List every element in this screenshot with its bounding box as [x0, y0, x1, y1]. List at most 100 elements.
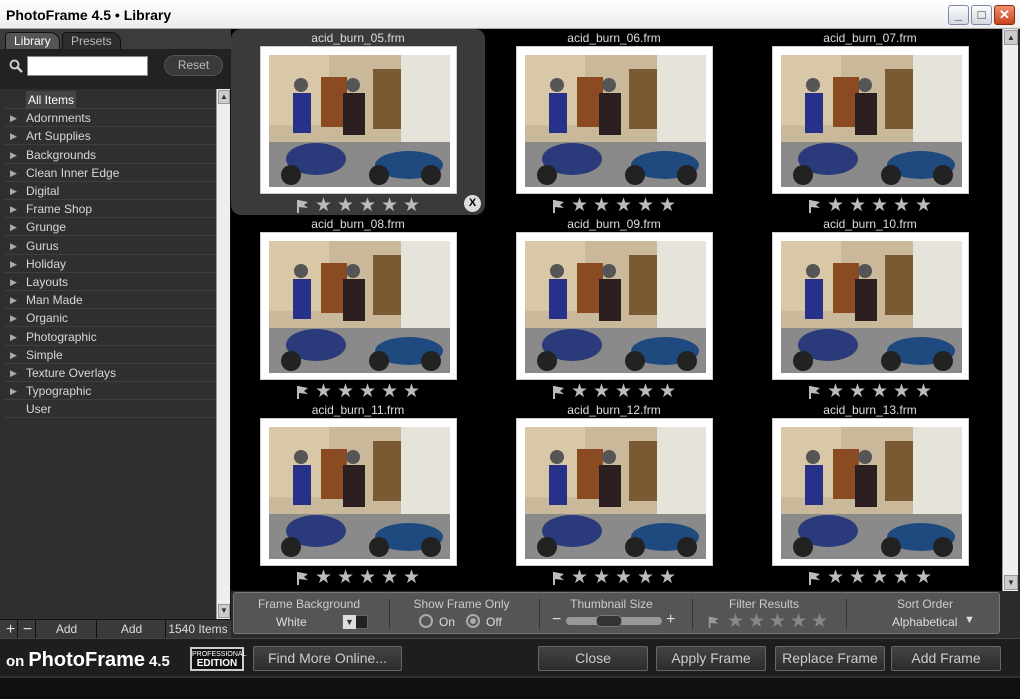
category-item[interactable]: ▶ Simple — [4, 346, 216, 364]
category-item[interactable]: ▶ Frame Shop — [4, 200, 216, 219]
scroll-down-icon[interactable]: ▼ — [218, 604, 230, 618]
scroll-up-icon[interactable]: ▲ — [218, 90, 230, 104]
thumbnail-image[interactable] — [260, 232, 457, 380]
star-icon[interactable]: ★ — [359, 568, 377, 587]
star-icon[interactable]: ★ — [593, 196, 611, 215]
expand-arrow-icon[interactable]: ▶ — [10, 218, 17, 236]
thumbnail-image[interactable] — [260, 418, 457, 566]
star-icon[interactable]: ★ — [359, 196, 377, 215]
flag-icon[interactable] — [807, 570, 823, 586]
star-icon[interactable]: ★ — [915, 382, 933, 401]
star-icon[interactable]: ★ — [827, 568, 845, 587]
thumbnail-item[interactable]: acid_burn_13.frm ★ ★ ★ ★ ★ — [743, 401, 997, 587]
category-item[interactable]: ▶ Gurus — [4, 237, 216, 255]
star-icon[interactable]: ★ — [315, 382, 333, 401]
star-icon[interactable]: ★ — [315, 568, 333, 587]
category-scrollbar[interactable]: ▲ ▼ — [216, 89, 230, 619]
thumbnail-item[interactable]: acid_burn_06.frm ★ ★ ★ ★ ★ — [487, 29, 741, 215]
star-icon[interactable]: ★ — [571, 196, 589, 215]
expand-arrow-icon[interactable]: ▶ — [10, 127, 17, 145]
category-item[interactable]: ▶ Texture Overlays — [4, 364, 216, 382]
scroll-down-icon[interactable]: ▼ — [1004, 575, 1018, 590]
zoom-out-icon[interactable]: − — [552, 611, 561, 629]
maximize-button[interactable]: □ — [971, 5, 992, 25]
apply-frame-button[interactable]: Apply Frame — [656, 646, 766, 671]
star-icon[interactable]: ★ — [827, 382, 845, 401]
star-icon[interactable]: ★ — [403, 196, 421, 215]
frame-background-dropdown[interactable]: ▼ — [342, 615, 368, 629]
tab-presets[interactable]: Presets — [62, 32, 121, 49]
thumbnail-item[interactable]: acid_burn_12.frm ★ ★ ★ ★ ★ — [487, 401, 741, 587]
star-icon[interactable]: ★ — [315, 196, 333, 215]
expand-arrow-icon[interactable]: ▶ — [10, 364, 17, 382]
show-frame-on-radio[interactable] — [419, 614, 433, 628]
star-icon[interactable]: ★ — [337, 382, 355, 401]
flag-icon[interactable] — [295, 198, 311, 214]
flag-icon[interactable] — [707, 615, 721, 629]
star-icon[interactable]: ★ — [381, 568, 399, 587]
thumbnail-image[interactable] — [516, 46, 713, 194]
search-input[interactable] — [27, 56, 148, 76]
star-icon[interactable]: ★ — [637, 382, 655, 401]
thumbnail-item[interactable]: acid_burn_11.frm ★ ★ ★ ★ ★ — [231, 401, 485, 587]
reset-button[interactable]: Reset — [164, 55, 223, 76]
add-instant-button[interactable]: Add Instant — [37, 620, 97, 655]
star-icon[interactable]: ★ — [871, 568, 889, 587]
star-icon[interactable]: ★ — [359, 382, 377, 401]
flag-icon[interactable] — [551, 570, 567, 586]
category-item[interactable]: ▶ Art Supplies — [4, 127, 216, 146]
expand-arrow-icon[interactable]: ▶ — [10, 273, 17, 291]
category-item[interactable]: ▶ Photographic — [4, 328, 216, 346]
star-icon[interactable]: ★ — [637, 196, 655, 215]
thumbnail-item[interactable]: acid_burn_09.frm ★ ★ ★ ★ ★ — [487, 215, 741, 401]
star-icon[interactable]: ★ — [381, 196, 399, 215]
thumbnail-item[interactable]: acid_burn_05.frm ★ ★ ★ ★ ★ X — [231, 29, 485, 215]
expand-arrow-icon[interactable]: ▶ — [10, 182, 17, 200]
filter-star-icon[interactable]: ★ — [727, 612, 745, 631]
expand-arrow-icon[interactable]: ▶ — [10, 382, 17, 400]
expand-arrow-icon[interactable]: ▶ — [10, 164, 17, 182]
thumbnail-image[interactable] — [772, 232, 969, 380]
category-item[interactable]: ▶ Backgrounds — [4, 146, 216, 164]
category-item[interactable]: All Items — [4, 91, 216, 109]
star-icon[interactable]: ★ — [893, 568, 911, 587]
add-random-button[interactable]: Add Random — [98, 620, 166, 655]
star-icon[interactable]: ★ — [893, 382, 911, 401]
category-item[interactable]: User — [4, 400, 216, 419]
star-icon[interactable]: ★ — [615, 196, 633, 215]
expand-arrow-icon[interactable]: ▶ — [10, 328, 17, 346]
expand-arrow-icon[interactable]: ▶ — [10, 255, 17, 273]
star-icon[interactable]: ★ — [849, 568, 867, 587]
star-icon[interactable]: ★ — [593, 568, 611, 587]
tab-library[interactable]: Library — [5, 32, 60, 49]
category-item[interactable]: ▶ Typographic — [4, 382, 216, 401]
star-icon[interactable]: ★ — [871, 196, 889, 215]
thumbnail-image[interactable] — [772, 418, 969, 566]
grid-scrollbar[interactable]: ▲ ▼ — [1002, 29, 1018, 591]
scroll-up-icon[interactable]: ▲ — [1004, 30, 1018, 45]
thumbnail-image[interactable] — [516, 232, 713, 380]
star-icon[interactable]: ★ — [593, 382, 611, 401]
star-icon[interactable]: ★ — [571, 382, 589, 401]
thumbnail-item[interactable]: acid_burn_08.frm ★ ★ ★ ★ ★ — [231, 215, 485, 401]
show-frame-off-radio[interactable] — [466, 614, 480, 628]
flag-icon[interactable] — [295, 570, 311, 586]
star-icon[interactable]: ★ — [637, 568, 655, 587]
thumbnail-image[interactable] — [772, 46, 969, 194]
thumbnail-item[interactable]: acid_burn_10.frm ★ ★ ★ ★ ★ — [743, 215, 997, 401]
add-icon[interactable]: + — [4, 620, 18, 639]
star-icon[interactable]: ★ — [871, 382, 889, 401]
star-icon[interactable]: ★ — [403, 382, 421, 401]
category-item[interactable]: ▶ Man Made — [4, 291, 216, 310]
thumbnail-image[interactable] — [260, 46, 457, 194]
expand-arrow-icon[interactable]: ▶ — [10, 109, 17, 127]
category-item[interactable]: ▶ Layouts — [4, 273, 216, 291]
flag-icon[interactable] — [551, 384, 567, 400]
star-icon[interactable]: ★ — [659, 382, 677, 401]
chevron-down-icon[interactable]: ▼ — [964, 614, 975, 626]
expand-arrow-icon[interactable]: ▶ — [10, 237, 17, 255]
remove-thumbnail-icon[interactable]: X — [464, 195, 481, 212]
close-button[interactable]: Close — [538, 646, 648, 671]
star-icon[interactable]: ★ — [849, 382, 867, 401]
flag-icon[interactable] — [295, 384, 311, 400]
